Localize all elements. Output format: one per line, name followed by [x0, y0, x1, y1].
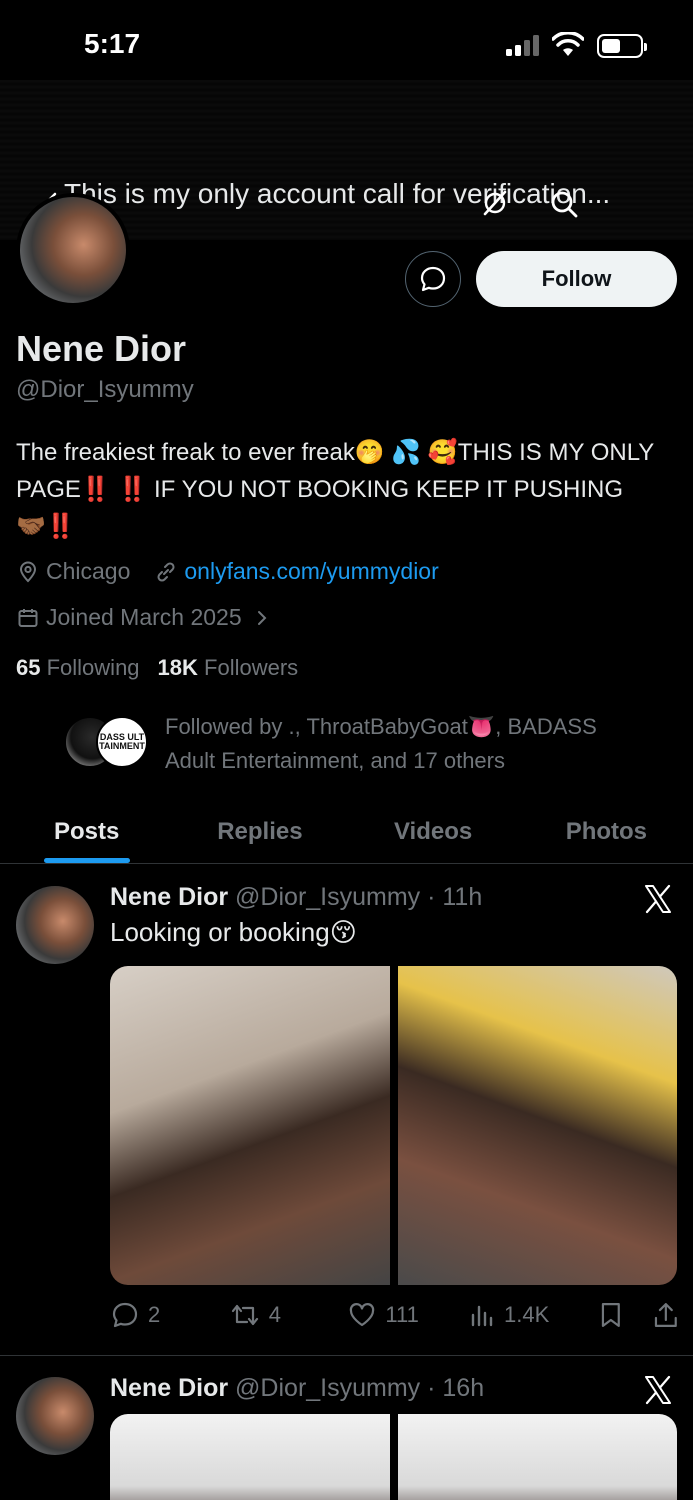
reply-icon — [112, 1302, 138, 1328]
chevron-right-icon — [257, 610, 267, 625]
followers-count: 18K — [157, 655, 198, 680]
calendar-icon — [18, 608, 38, 627]
post-header: Nene Dior @Dior_Isyummy · 11h — [110, 883, 482, 912]
profile-website-link[interactable]: onlyfans.com/yummydior — [184, 558, 438, 585]
x-logo-icon — [645, 1375, 671, 1405]
share-icon[interactable] — [652, 1300, 680, 1330]
repost-count: 4 — [268, 1302, 281, 1327]
tab-videos[interactable]: Videos — [347, 800, 520, 863]
profile-joined-row[interactable]: Joined March 2025 — [16, 604, 272, 631]
profile-bio: The freakiest freak to ever freak🤭 💦 🥰TH… — [16, 439, 654, 540]
wifi-icon — [552, 32, 584, 56]
tab-photos[interactable]: Photos — [520, 800, 693, 863]
follow-counts: 65 Following 18K Followers — [16, 655, 298, 681]
reply-button[interactable]: 2 — [110, 1300, 229, 1330]
x-logo-icon — [645, 884, 671, 914]
repost-button[interactable]: 4 — [229, 1300, 348, 1330]
post-media[interactable] — [110, 1414, 677, 1500]
like-button[interactable]: 111 — [347, 1300, 468, 1330]
views-count: 1.4K — [504, 1302, 550, 1327]
top-navigation: This is my only account call for verific… — [0, 80, 693, 218]
like-count: 111 — [385, 1302, 419, 1327]
post-author-avatar[interactable] — [16, 1377, 94, 1455]
bookmark-icon[interactable] — [597, 1300, 625, 1330]
follow-button[interactable]: Follow — [476, 251, 677, 307]
following-count: 65 — [16, 655, 41, 680]
post-author-name[interactable]: Nene Dior — [110, 883, 228, 911]
views-icon — [471, 1305, 493, 1327]
message-button[interactable] — [405, 251, 461, 307]
heart-icon — [350, 1303, 375, 1327]
reply-count: 2 — [148, 1302, 161, 1327]
profile-avatar[interactable] — [16, 193, 130, 307]
tab-posts[interactable]: Posts — [0, 800, 173, 863]
post-author-name[interactable]: Nene Dior — [110, 1374, 228, 1402]
message-icon — [420, 266, 446, 292]
status-time: 5:17 — [84, 28, 141, 59]
post-photo[interactable] — [110, 966, 390, 1285]
followed-by-text: Followed by ., ThroatBabyGoat👅, BADASS A… — [165, 714, 597, 773]
following-label: Following — [46, 655, 140, 680]
views-button[interactable]: 1.4K — [468, 1301, 597, 1329]
profile-meta-row: Chicago onlyfans.com/yummydior — [16, 558, 439, 585]
post-media[interactable] — [110, 966, 677, 1285]
location-icon — [19, 561, 37, 582]
post-item[interactable]: Nene Dior @Dior_Isyummy · 16h — [0, 1356, 693, 1500]
followers-label: Followers — [204, 655, 299, 680]
post-meta: @Dior_Isyummy · 11h — [235, 883, 483, 911]
battery-icon — [597, 34, 647, 58]
post-photo[interactable] — [397, 1414, 677, 1500]
grok-icon[interactable] — [480, 188, 510, 218]
profile-display-name: Nene Dior — [16, 328, 187, 369]
profile-location: Chicago — [46, 558, 131, 584]
post-photo[interactable] — [110, 1414, 390, 1500]
signal-icon — [506, 34, 542, 56]
repost-icon — [231, 1304, 258, 1326]
post-actions: 2 4 111 1.4K — [110, 1295, 680, 1335]
status-bar: 5:17 — [0, 0, 693, 80]
post-text: Looking or booking😚 — [110, 917, 357, 947]
post-item[interactable]: Nene Dior @Dior_Isyummy · 11h Looking or… — [0, 865, 693, 1356]
following-count-link[interactable]: 65 Following — [16, 655, 140, 681]
post-header: Nene Dior @Dior_Isyummy · 16h — [110, 1374, 484, 1403]
link-icon — [157, 561, 175, 582]
search-icon[interactable] — [548, 188, 580, 220]
post-photo[interactable] — [397, 966, 677, 1285]
profile-tabs: Posts Replies Videos Photos — [0, 800, 693, 864]
profile-joined-date: Joined March 2025 — [46, 604, 242, 630]
tab-replies[interactable]: Replies — [173, 800, 346, 863]
post-meta: @Dior_Isyummy · 16h — [235, 1374, 485, 1402]
profile-handle: @Dior_Isyummy — [16, 376, 194, 403]
follower-logo-avatar: DASS ULT TAINMENT — [96, 716, 148, 768]
followers-count-link[interactable]: 18K Followers — [158, 655, 299, 681]
followed-by-section[interactable]: DASS ULT TAINMENT Followed by ., ThroatB… — [64, 710, 664, 780]
post-author-avatar[interactable] — [16, 886, 94, 964]
